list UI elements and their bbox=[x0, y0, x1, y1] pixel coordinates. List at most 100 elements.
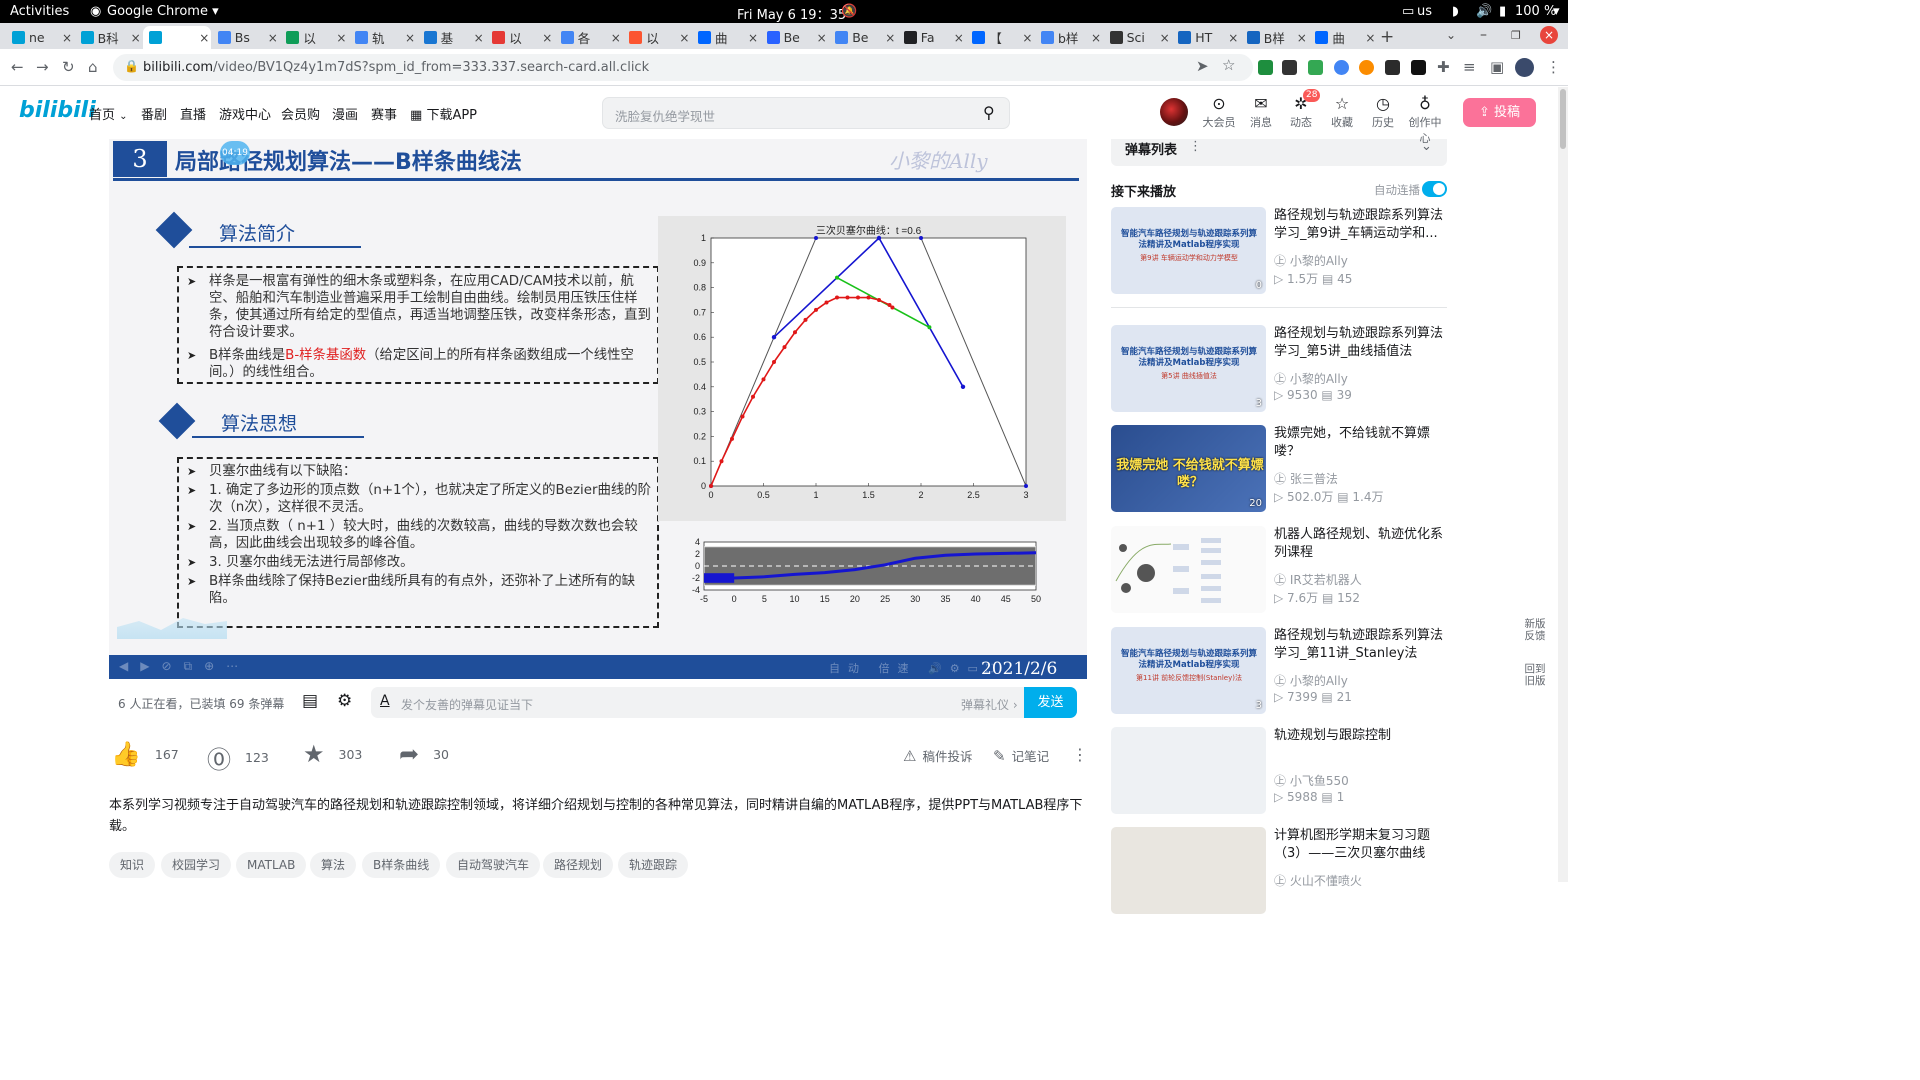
uploader-name[interactable]: ㊤ 小飞鱼550 bbox=[1274, 772, 1349, 789]
video-thumbnail[interactable]: 智能汽车路径规划与轨迹跟踪系列算法精讲及Matlab程序实现 第11讲 前轮反馈控… bbox=[1111, 627, 1266, 714]
autoplay-toggle[interactable] bbox=[1422, 181, 1447, 197]
browser-tab[interactable]: 基 × bbox=[418, 26, 486, 49]
activities-button[interactable]: Activities bbox=[10, 4, 69, 19]
recommended-title[interactable]: 路径规划与轨迹跟踪系列算法学习_第11讲_Stanley法 bbox=[1274, 627, 1447, 663]
new-tab-button[interactable]: + bbox=[1380, 27, 1394, 47]
danmaku-toggle-icon[interactable]: ▤ bbox=[302, 691, 318, 711]
browser-tab[interactable]: 以 × bbox=[623, 26, 691, 49]
video-thumbnail[interactable] bbox=[1111, 827, 1266, 914]
header-entry-3[interactable]: ☆ 收藏 bbox=[1322, 94, 1362, 130]
report-button[interactable]: ⚠ 稿件投诉 bbox=[903, 746, 972, 765]
danmaku-input[interactable]: A 发个友善的弹幕见证当下 弹幕礼仪 › bbox=[371, 687, 1077, 718]
back-icon[interactable]: ← bbox=[11, 58, 24, 76]
new-feedback-button[interactable]: 新版反馈 bbox=[1520, 618, 1550, 642]
like-button[interactable]: 👍 167 bbox=[111, 740, 179, 768]
old-version-button[interactable]: 回到旧版 bbox=[1520, 663, 1550, 687]
favorite-button[interactable]: ★ 303 bbox=[303, 740, 362, 768]
reload-icon[interactable]: ↻ bbox=[62, 58, 75, 76]
tab-close-icon[interactable]: × bbox=[885, 31, 897, 45]
danmaku-list-menu-icon[interactable]: ⋮ bbox=[1189, 139, 1202, 154]
nav-manga[interactable]: 漫画 bbox=[332, 104, 358, 123]
browser-tab[interactable]: 以 × bbox=[486, 26, 554, 49]
recommended-video[interactable]: 智能汽车路径规划与轨迹跟踪系列算法精讲及Matlab程序实现 第5讲 曲线插值法 3… bbox=[1111, 325, 1447, 415]
tag-chip[interactable]: 校园学习 bbox=[161, 852, 232, 878]
browser-tab[interactable]: 以 × bbox=[280, 26, 348, 49]
tag-chip[interactable]: 路径规划 bbox=[543, 852, 614, 878]
tag-chip[interactable]: 算法 bbox=[310, 852, 357, 878]
browser-tab[interactable]: 【× bbox=[966, 26, 1034, 49]
reading-list-icon[interactable]: ≡ bbox=[1463, 58, 1476, 76]
recommended-video[interactable]: 我嫖完她 不给钱就不算嫖喽？ 20 我嫖完她，不给钱就不算嫖喽？㊤ 张三普法 ▷ 50… bbox=[1111, 425, 1447, 515]
minimize-button[interactable]: – bbox=[1480, 27, 1487, 43]
tab-close-icon[interactable]: × bbox=[954, 31, 966, 45]
upload-button[interactable]: ⇪ 投稿 bbox=[1463, 98, 1536, 127]
video-thumbnail[interactable]: 智能汽车路径规划与轨迹跟踪系列算法精讲及Matlab程序实现 第5讲 曲线插值法 3 bbox=[1111, 325, 1266, 412]
recommended-video[interactable]: 轨迹规划与跟踪控制㊤ 小飞鱼550 ▷ 5988 ▤ 1 bbox=[1111, 727, 1447, 817]
uploader-name[interactable]: ㊤ IR艾若机器人 bbox=[1274, 571, 1362, 588]
tab-close-icon[interactable]: × bbox=[405, 31, 417, 45]
tab-close-icon[interactable]: × bbox=[1091, 31, 1103, 45]
player-settings-icons[interactable]: 自动 倍速 🔊⚙▭⛶ bbox=[829, 660, 1002, 676]
tab-close-icon[interactable]: × bbox=[199, 31, 211, 45]
volume-icon[interactable]: 🔊 bbox=[1476, 4, 1492, 19]
tag-chip[interactable]: B样条曲线 bbox=[362, 852, 441, 878]
browser-tab[interactable]: 曲 × bbox=[692, 26, 760, 49]
video-thumbnail[interactable]: 我嫖完她 不给钱就不算嫖喽？ 20 bbox=[1111, 425, 1266, 512]
browser-tab[interactable]: b样 × bbox=[1035, 26, 1103, 49]
nav-live[interactable]: 直播 bbox=[180, 104, 206, 123]
danmaku-etiquette-link[interactable]: 弹幕礼仪 › bbox=[961, 696, 1018, 713]
browser-tab[interactable]: HT × bbox=[1172, 26, 1240, 49]
profile-avatar[interactable] bbox=[1515, 58, 1534, 77]
power-menu-icon[interactable]: ▾ bbox=[1553, 4, 1560, 19]
bookmark-star-icon[interactable]: ☆ bbox=[1222, 56, 1235, 74]
nav-esports[interactable]: 赛事 bbox=[371, 104, 397, 123]
scrollbar-thumb[interactable] bbox=[1560, 89, 1566, 149]
home-icon[interactable]: ⌂ bbox=[88, 58, 98, 76]
browser-tab[interactable]: Be × bbox=[829, 26, 897, 49]
maximize-button[interactable]: ❐ bbox=[1511, 29, 1521, 42]
search-icon[interactable]: ⚲ bbox=[983, 103, 995, 122]
danmaku-settings-icon[interactable]: ⚙ bbox=[337, 691, 352, 711]
recommended-title[interactable]: 轨迹规划与跟踪控制 bbox=[1274, 727, 1447, 745]
wifi-icon[interactable]: ◗ bbox=[1452, 4, 1459, 19]
tab-close-icon[interactable]: × bbox=[1297, 31, 1309, 45]
player-controls-icons[interactable]: ◀▶⊘⧉⊕⋯ bbox=[119, 659, 250, 674]
player-control-bar[interactable]: ◀▶⊘⧉⊕⋯ 自动 倍速 🔊⚙▭⛶ bbox=[109, 655, 1087, 679]
recommended-title[interactable]: 路径规划与轨迹跟踪系列算法学习_第5讲_曲线插值法 bbox=[1274, 325, 1447, 361]
tab-close-icon[interactable]: × bbox=[131, 31, 143, 45]
browser-tab[interactable]: Be × bbox=[761, 26, 829, 49]
video-player[interactable]: 3 局部路径规划算法——B样条曲线法 04:19 小黎的Ally 算法简介 样条… bbox=[109, 139, 1087, 679]
browser-tab[interactable]: 各 × bbox=[555, 26, 623, 49]
video-thumbnail[interactable] bbox=[1111, 526, 1266, 613]
extension-icon[interactable] bbox=[1359, 60, 1374, 75]
browser-tab[interactable]: ne × bbox=[6, 26, 74, 49]
scrollbar[interactable] bbox=[1558, 87, 1568, 882]
tab-close-icon[interactable]: × bbox=[748, 31, 760, 45]
tag-chip[interactable]: 轨迹跟踪 bbox=[618, 852, 689, 878]
extensions-puzzle-icon[interactable]: ✚ bbox=[1437, 58, 1450, 76]
send-tab-icon[interactable]: ➤ bbox=[1196, 57, 1209, 75]
coin-button[interactable]: ⓪ 123 bbox=[207, 740, 269, 775]
nav-game-center[interactable]: 游戏中心 bbox=[219, 104, 271, 123]
side-panel-icon[interactable]: ▣ bbox=[1490, 58, 1504, 76]
header-entry-2[interactable]: ✲ 动态 28 bbox=[1281, 89, 1321, 130]
extension-icon[interactable] bbox=[1334, 60, 1349, 75]
tag-chip[interactable]: 知识 bbox=[109, 852, 156, 878]
recommended-title[interactable]: 路径规划与轨迹跟踪系列算法学习_第9讲_车辆运动学和... bbox=[1274, 207, 1447, 243]
browser-tab[interactable]: Sci × bbox=[1104, 26, 1172, 49]
browser-tab[interactable]: 轨 × bbox=[349, 26, 417, 49]
extension-icon[interactable] bbox=[1308, 60, 1323, 75]
language-indicator[interactable]: us bbox=[1417, 4, 1432, 19]
recommended-title[interactable]: 计算机图形学期末复习习题（3）——三次贝塞尔曲线 bbox=[1274, 827, 1447, 863]
recommended-title[interactable]: 我嫖完她，不给钱就不算嫖喽？ bbox=[1274, 425, 1447, 461]
header-entry-5[interactable]: ♁ 创作中心 bbox=[1405, 94, 1445, 146]
recommended-video[interactable]: 智能汽车路径规划与轨迹跟踪系列算法精讲及Matlab程序实现 第11讲 前轮反馈控… bbox=[1111, 627, 1447, 717]
search-input[interactable]: 洗脸复仇绝学现世 bbox=[602, 97, 1010, 129]
tab-close-icon[interactable]: × bbox=[1228, 31, 1240, 45]
recommended-video[interactable]: 计算机图形学期末复习习题（3）——三次贝塞尔曲线㊤ 火山不懂喷火 bbox=[1111, 827, 1447, 917]
recommended-title[interactable]: 机器人路径规划、轨迹优化系列课程 bbox=[1274, 526, 1447, 562]
tab-close-icon[interactable]: × bbox=[1022, 31, 1034, 45]
header-entry-1[interactable]: ✉ 消息 bbox=[1241, 94, 1281, 130]
browser-tab[interactable]: B科 × bbox=[75, 26, 143, 49]
tab-close-icon[interactable]: × bbox=[611, 31, 623, 45]
